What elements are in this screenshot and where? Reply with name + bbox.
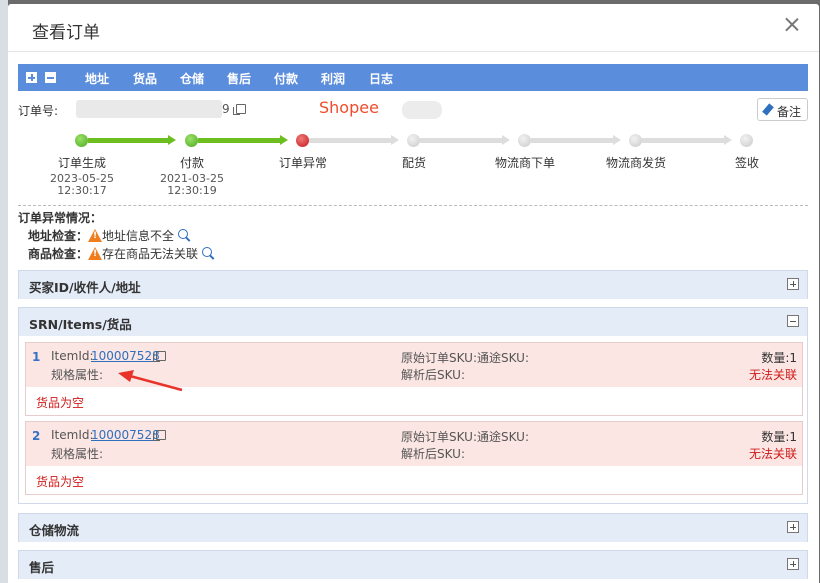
step-arrow — [280, 135, 288, 145]
spec-label: 规格属性: — [51, 447, 104, 461]
expand-all-icon[interactable] — [26, 72, 37, 83]
step-arrow — [724, 135, 732, 145]
note-button[interactable]: 备注 — [757, 98, 808, 121]
item-index: 2 — [32, 429, 41, 443]
panel-header[interactable]: 买家ID/收件人/地址 — [19, 271, 807, 299]
divider — [18, 205, 808, 206]
collapse-all-icon[interactable] — [45, 72, 56, 83]
toolbar-link-aftersale[interactable]: 售后 — [227, 70, 251, 87]
panel-aftersale: 售后 — [18, 550, 808, 579]
anomaly-heading: 订单异常情况： — [18, 211, 103, 225]
panel-warehouse: 仓储物流 — [18, 513, 808, 542]
goods-empty-message: 货品为空 — [36, 475, 85, 489]
step-connector — [198, 138, 280, 143]
panel-title: 售后 — [29, 560, 55, 575]
store-name-redacted — [402, 101, 442, 119]
step-node-picking — [407, 134, 420, 147]
step-connector — [88, 138, 168, 143]
spec-label: 规格属性: — [51, 368, 104, 382]
step-arrow — [391, 135, 399, 145]
parsed-sku-label: 解析后SKU: — [401, 447, 465, 461]
sku-label: 原始订单SKU:通途SKU: — [401, 351, 529, 365]
step-time: 12:30:17 — [57, 184, 107, 197]
step-time: 12:30:19 — [167, 184, 217, 197]
search-icon[interactable] — [202, 247, 215, 260]
warning-icon — [88, 247, 103, 260]
step-node-error — [296, 134, 309, 147]
step-label: 订单异常 — [278, 156, 327, 170]
panel-header[interactable]: SRN/Items/货品 — [19, 308, 807, 336]
step-label: 配货 — [401, 156, 426, 170]
background-page-strip — [0, 0, 8, 583]
parsed-sku-label: 解析后SKU: — [401, 368, 465, 382]
search-icon[interactable] — [178, 229, 191, 242]
link-status: 无法关联 — [748, 447, 797, 461]
step-node-carrier-order — [518, 134, 531, 147]
order-toolbar: 地址 货品 仓储 售后 付款 利润 日志 — [18, 64, 808, 91]
step-label: 物流商发货 — [605, 156, 666, 170]
order-number-suffix: 9 — [222, 102, 230, 116]
item-row: 2 ItemId: 100007528 规格属性: 原始订单SKU:通途SKU:… — [25, 421, 803, 495]
toolbar-link-goods[interactable]: 货品 — [133, 70, 157, 87]
goods-check-row: 商品检查： 存在商品无法关联 — [28, 245, 215, 262]
itemid-link[interactable]: 100007528 — [91, 428, 160, 442]
collapse-icon[interactable] — [787, 315, 799, 327]
warning-icon — [88, 229, 103, 242]
panel-title: 买家ID/收件人/地址 — [29, 280, 141, 295]
pencil-icon — [762, 103, 774, 116]
expand-icon[interactable] — [787, 558, 799, 570]
toolbar-link-profit[interactable]: 利润 — [321, 70, 345, 87]
toolbar-link-log[interactable]: 日志 — [369, 70, 393, 87]
platform-name: Shopee — [319, 98, 379, 117]
item-index: 1 — [32, 350, 41, 364]
link-status: 无法关联 — [748, 368, 797, 382]
step-connector — [420, 138, 502, 143]
address-check-message: 地址信息不全 — [102, 229, 175, 243]
panel-title: 仓储物流 — [29, 523, 80, 538]
address-check-row: 地址检查： 地址信息不全 — [28, 227, 191, 244]
annotation-arrow-icon — [118, 370, 183, 392]
goods-empty-message: 货品为空 — [36, 396, 85, 410]
copy-icon[interactable] — [233, 104, 246, 115]
step-connector — [309, 138, 391, 143]
quantity: 数量:1 — [761, 351, 797, 365]
expand-icon[interactable] — [787, 521, 799, 533]
step-arrow — [502, 135, 510, 145]
panel-buyer: 买家ID/收件人/地址 — [18, 270, 808, 299]
panel-header[interactable]: 售后 — [19, 551, 807, 579]
order-info-line: 订单号: 9 Shopee 备注 — [18, 98, 808, 122]
step-label: 订单生成 — [57, 156, 106, 170]
panel-srn-items: SRN/Items/货品 1 ItemId: 100007528 规格属性: 原… — [18, 307, 808, 504]
expand-icon[interactable] — [787, 278, 799, 290]
order-number-redacted — [76, 100, 222, 118]
toolbar-link-warehouse[interactable]: 仓储 — [180, 70, 204, 87]
address-check-label: 地址检查： — [28, 229, 89, 243]
toolbar-link-payment[interactable]: 付款 — [274, 70, 298, 87]
step-node-carrier-ship — [629, 134, 642, 147]
step-node-paid — [185, 134, 198, 147]
goods-check-message: 存在商品无法关联 — [102, 247, 199, 261]
step-label: 签收 — [734, 156, 759, 170]
step-connector — [531, 138, 613, 143]
panel-header[interactable]: 仓储物流 — [19, 514, 807, 542]
step-node-signed — [740, 134, 753, 147]
sku-label: 原始订单SKU:通途SKU: — [401, 430, 529, 444]
itemid-label: ItemId: — [51, 349, 94, 363]
step-label: 付款 — [179, 156, 204, 170]
copy-icon[interactable] — [153, 351, 166, 362]
step-arrow — [613, 135, 621, 145]
step-connector — [642, 138, 724, 143]
panel-title: SRN/Items/货品 — [29, 317, 132, 332]
quantity: 数量:1 — [761, 430, 797, 444]
toolbar-link-address[interactable]: 地址 — [85, 70, 109, 87]
itemid-label: ItemId: — [51, 428, 94, 442]
copy-icon[interactable] — [153, 430, 166, 441]
step-label: 物流商下单 — [494, 156, 555, 170]
step-arrow — [168, 135, 176, 145]
step-node-created — [75, 134, 88, 147]
order-progress-flow: 订单生成 2023-05-25 12:30:17 付款 2021-03-25 1… — [18, 130, 808, 202]
itemid-link[interactable]: 100007528 — [91, 349, 160, 363]
goods-check-label: 商品检查： — [28, 247, 89, 261]
order-number-label: 订单号: — [18, 104, 59, 118]
